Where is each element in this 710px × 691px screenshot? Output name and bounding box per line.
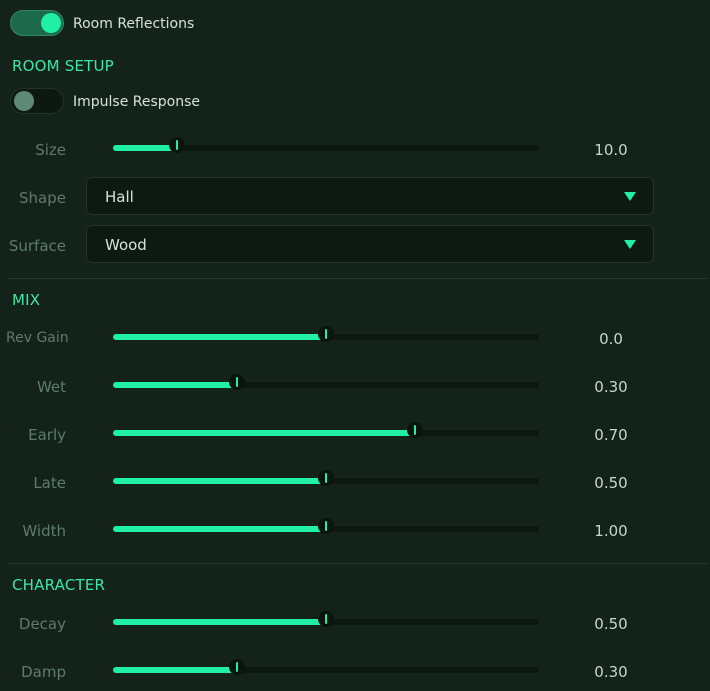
late-slider[interactable] xyxy=(113,470,539,486)
toggle-knob xyxy=(41,13,61,33)
damp-value: 0.30 xyxy=(594,663,628,681)
dropdown-arrow-icon xyxy=(624,240,636,249)
wet-slider[interactable] xyxy=(113,374,539,390)
width-label: Width xyxy=(22,522,66,540)
rev-gain-label: Rev Gain xyxy=(6,330,69,346)
damp-slider[interactable] xyxy=(113,659,539,675)
wet-label: Wet xyxy=(36,378,66,396)
size-slider[interactable] xyxy=(113,137,539,153)
shape-label: Shape xyxy=(19,189,66,207)
wet-value: 0.30 xyxy=(594,378,628,396)
slider-thumb[interactable] xyxy=(407,422,424,438)
slider-thumb[interactable] xyxy=(318,326,334,342)
damp-label: Damp xyxy=(21,663,66,681)
rev-gain-value: 0.0 xyxy=(599,330,623,348)
decay-value: 0.50 xyxy=(594,615,628,633)
rev-gain-slider[interactable] xyxy=(113,326,539,342)
surface-label: Surface xyxy=(8,237,66,255)
slider-thumb[interactable] xyxy=(318,470,334,486)
slider-thumb[interactable] xyxy=(228,659,245,675)
size-label: Size xyxy=(35,141,66,159)
decay-label: Decay xyxy=(18,615,66,633)
shape-dropdown[interactable]: Hall xyxy=(86,177,654,215)
early-value: 0.70 xyxy=(594,426,628,444)
room-reflections-toggle[interactable] xyxy=(10,10,64,36)
slider-fill xyxy=(113,526,326,532)
late-value: 0.50 xyxy=(594,474,628,492)
slider-fill xyxy=(113,478,326,484)
slider-fill xyxy=(113,334,326,340)
surface-selected-value: Wood xyxy=(105,236,147,254)
slider-thumb[interactable] xyxy=(228,374,245,390)
impulse-response-toggle[interactable] xyxy=(10,88,64,114)
width-value: 1.00 xyxy=(594,522,628,540)
room-reflections-label: Room Reflections xyxy=(73,16,195,32)
early-slider[interactable] xyxy=(113,422,539,438)
size-value: 10.0 xyxy=(594,141,628,159)
mix-heading: MIX xyxy=(12,291,41,309)
character-heading: CHARACTER xyxy=(12,576,106,594)
toggle-knob xyxy=(14,91,34,111)
section-divider xyxy=(8,563,708,564)
slider-fill xyxy=(113,145,177,151)
shape-selected-value: Hall xyxy=(105,188,134,206)
slider-thumb[interactable] xyxy=(168,137,185,153)
width-slider[interactable] xyxy=(113,518,539,534)
late-label: Late xyxy=(33,474,66,492)
slider-fill xyxy=(113,619,326,625)
slider-thumb[interactable] xyxy=(318,611,334,627)
slider-fill xyxy=(113,430,416,436)
room-setup-heading: ROOM SETUP xyxy=(12,57,114,75)
surface-dropdown[interactable]: Wood xyxy=(86,225,654,263)
decay-slider[interactable] xyxy=(113,611,539,627)
early-label: Early xyxy=(28,426,66,444)
section-divider xyxy=(8,278,708,279)
slider-thumb[interactable] xyxy=(318,518,334,534)
impulse-response-label: Impulse Response xyxy=(73,94,201,110)
slider-fill xyxy=(113,667,237,673)
dropdown-arrow-icon xyxy=(624,192,636,201)
slider-fill xyxy=(113,382,237,388)
